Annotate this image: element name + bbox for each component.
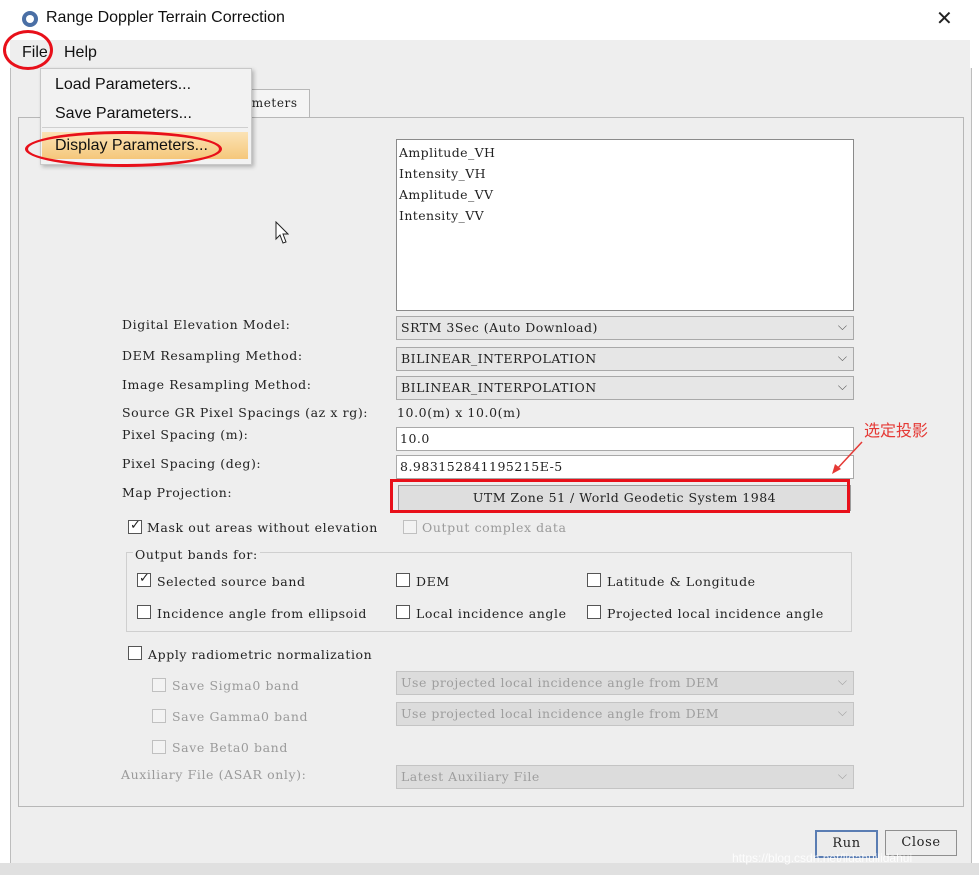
list-item[interactable]: Intensity_VH <box>399 166 486 181</box>
sigma0-select-value: Use projected local incidence angle from… <box>401 675 720 690</box>
list-item[interactable]: Intensity_VV <box>399 208 484 223</box>
image-resampling-value: BILINEAR_INTERPOLATION <box>401 380 597 395</box>
menu-bar <box>10 40 970 68</box>
annotation-arrow-icon <box>832 441 863 474</box>
projected-local-incidence-checkbox[interactable] <box>587 605 601 619</box>
aux-file-select[interactable]: Latest Auxiliary File ⌵ <box>396 765 854 789</box>
local-incidence-label: Local incidence angle <box>416 606 567 621</box>
lat-lon-label: Latitude & Longitude <box>607 574 756 589</box>
list-item[interactable]: Amplitude_VH <box>399 145 495 160</box>
incidence-ellipsoid-label: Incidence angle from ellipsoid <box>157 606 367 621</box>
dem-resampling-value: BILINEAR_INTERPOLATION <box>401 351 597 366</box>
local-incidence-checkbox[interactable] <box>396 605 410 619</box>
dem-checkbox[interactable] <box>396 573 410 587</box>
pixel-spacing-m-label: Pixel Spacing (m): <box>122 427 249 442</box>
dem-value: SRTM 3Sec (Auto Download) <box>401 320 598 335</box>
chevron-down-icon: ⌵ <box>837 350 847 364</box>
beta0-label: Save Beta0 band <box>172 740 288 755</box>
mouse-cursor-icon <box>275 221 289 244</box>
dem-label: Digital Elevation Model: <box>122 317 291 332</box>
gamma0-label: Save Gamma0 band <box>172 709 309 724</box>
window-title: Range Doppler Terrain Correction <box>46 9 285 26</box>
pixel-spacing-m-value: 10.0 <box>400 431 430 446</box>
image-resampling-select[interactable]: BILINEAR_INTERPOLATION ⌵ <box>396 376 854 400</box>
chevron-down-icon: ⌵ <box>837 705 847 719</box>
menu-item-load-parameters[interactable]: Load Parameters... <box>55 76 191 94</box>
aux-file-value: Latest Auxiliary File <box>401 769 540 784</box>
complex-checkbox[interactable] <box>403 520 417 534</box>
list-item[interactable]: Amplitude_VV <box>399 187 493 202</box>
dem-select[interactable]: SRTM 3Sec (Auto Download) ⌵ <box>396 316 854 340</box>
pixel-spacing-deg-input[interactable]: 8.983152841195215E-5 <box>396 455 854 479</box>
tab-label: ameters <box>244 96 298 110</box>
menu-item-save-parameters[interactable]: Save Parameters... <box>55 105 192 123</box>
annotation-circle-file <box>3 30 53 70</box>
pixel-spacing-deg-value: 8.983152841195215E-5 <box>400 459 563 474</box>
close-icon[interactable]: ✕ <box>936 6 953 31</box>
sigma0-label: Save Sigma0 band <box>172 678 300 693</box>
gr-spacing-value: 10.0(m) x 10.0(m) <box>397 405 522 420</box>
app-icon <box>22 11 38 27</box>
gamma0-checkbox[interactable] <box>152 709 166 723</box>
radiometric-checkbox[interactable] <box>128 646 142 660</box>
pixel-spacing-deg-label: Pixel Spacing (deg): <box>122 456 262 471</box>
selected-source-label: Selected source band <box>157 574 306 589</box>
sigma0-checkbox[interactable] <box>152 678 166 692</box>
output-bands-title: Output bands for: <box>133 547 260 562</box>
dem-resampling-label: DEM Resampling Method: <box>122 348 303 363</box>
map-projection-label: Map Projection: <box>122 485 233 500</box>
chevron-down-icon: ⌵ <box>837 768 847 782</box>
chevron-down-icon: ⌵ <box>837 674 847 688</box>
radiometric-label: Apply radiometric normalization <box>148 647 373 662</box>
lat-lon-checkbox[interactable] <box>587 573 601 587</box>
mask-label: Mask out areas without elevation <box>147 520 378 535</box>
chevron-down-icon: ⌵ <box>837 379 847 393</box>
incidence-ellipsoid-checkbox[interactable] <box>137 605 151 619</box>
gamma0-select-value: Use projected local incidence angle from… <box>401 706 720 721</box>
mask-checkbox[interactable] <box>128 518 142 534</box>
annotation-highlight-box <box>390 479 850 513</box>
aux-file-label: Auxiliary File (ASAR only): <box>121 767 307 782</box>
chevron-down-icon: ⌵ <box>837 319 847 333</box>
source-bands-list[interactable] <box>396 139 854 311</box>
annotation-circle-display <box>25 131 222 167</box>
pixel-spacing-m-input[interactable]: 10.0 <box>396 427 854 451</box>
image-resampling-label: Image Resampling Method: <box>122 377 312 392</box>
gr-spacing-label: Source GR Pixel Spacings (az x rg): <box>122 405 369 420</box>
gamma0-select[interactable]: Use projected local incidence angle from… <box>396 702 854 726</box>
menu-separator <box>42 127 248 128</box>
annotation-label: 选定投影 <box>864 421 929 440</box>
dem-resampling-select[interactable]: BILINEAR_INTERPOLATION ⌵ <box>396 347 854 371</box>
dem-output-label: DEM <box>416 574 450 589</box>
sigma0-select[interactable]: Use projected local incidence angle from… <box>396 671 854 695</box>
watermark: https://blog.csdn.net/lidahuilidahui <box>732 851 913 865</box>
complex-label: Output complex data <box>422 520 567 535</box>
selected-source-checkbox[interactable] <box>137 571 151 587</box>
menu-help[interactable]: Help <box>61 44 100 62</box>
projected-local-incidence-label: Projected local incidence angle <box>607 606 824 621</box>
beta0-checkbox[interactable] <box>152 740 166 754</box>
